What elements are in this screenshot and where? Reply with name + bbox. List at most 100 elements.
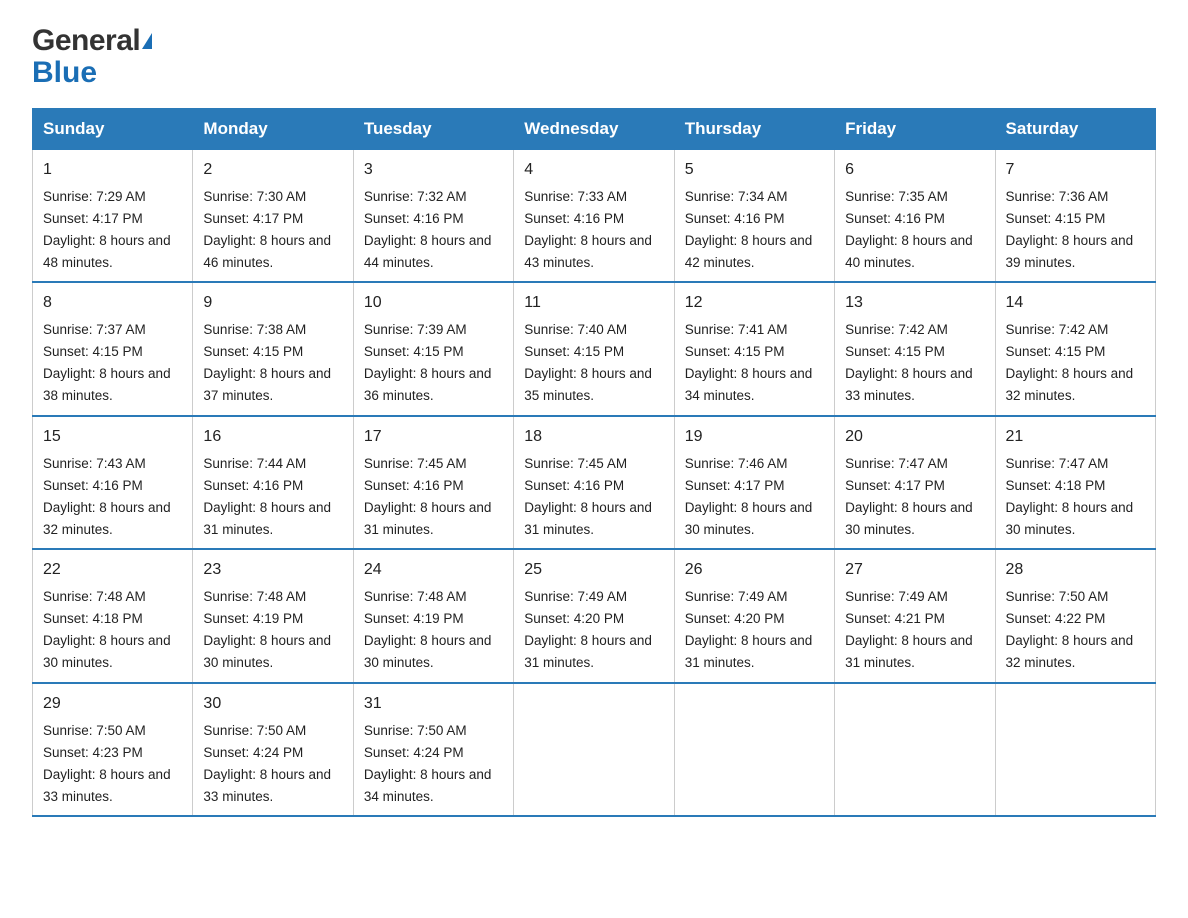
sunrise-info: Sunrise: 7:45 AM [364,456,467,471]
daylight-info: Daylight: 8 hours and 31 minutes. [203,500,331,537]
sunrise-info: Sunrise: 7:36 AM [1006,189,1109,204]
calendar-week-row: 15Sunrise: 7:43 AMSunset: 4:16 PMDayligh… [33,416,1156,549]
daylight-info: Daylight: 8 hours and 43 minutes. [524,233,652,270]
day-number: 29 [43,692,182,717]
sunrise-info: Sunrise: 7:49 AM [685,589,788,604]
sunset-info: Sunset: 4:15 PM [685,344,785,359]
daylight-info: Daylight: 8 hours and 30 minutes. [685,500,813,537]
sunset-info: Sunset: 4:17 PM [845,478,945,493]
day-number: 2 [203,158,342,183]
day-number: 25 [524,558,663,583]
sunrise-info: Sunrise: 7:42 AM [845,322,948,337]
daylight-info: Daylight: 8 hours and 31 minutes. [685,633,813,670]
sunrise-info: Sunrise: 7:45 AM [524,456,627,471]
day-number: 15 [43,425,182,450]
calendar-cell: 17Sunrise: 7:45 AMSunset: 4:16 PMDayligh… [353,416,513,549]
sunset-info: Sunset: 4:15 PM [203,344,303,359]
calendar-cell: 19Sunrise: 7:46 AMSunset: 4:17 PMDayligh… [674,416,834,549]
calendar-cell: 3 Sunrise: 7:32 AM Sunset: 4:16 PM Daylight… [353,150,513,283]
calendar-cell: 30Sunrise: 7:50 AMSunset: 4:24 PMDayligh… [193,683,353,816]
calendar-cell: 1Sunrise: 7:29 AMSunset: 4:17 PMDaylight… [33,150,193,283]
sunrise-info: Sunrise: 7:37 AM [43,322,146,337]
day-number: 13 [845,291,984,316]
calendar-cell: 31Sunrise: 7:50 AMSunset: 4:24 PMDayligh… [353,683,513,816]
sunset-info: Sunset: 4:23 PM [43,745,143,760]
day-number: 27 [845,558,984,583]
sunset-info: Sunset: 4:16 PM [685,211,785,226]
daylight-info: Daylight: 8 hours and 33 minutes. [203,767,331,804]
sunset-info: Sunset: 4:15 PM [43,344,143,359]
sunrise-info: Sunrise: 7:49 AM [524,589,627,604]
daylight-info: Daylight: 8 hours and 30 minutes. [43,633,171,670]
sunset-info: Sunset: 4:15 PM [364,344,464,359]
sunset-info: Sunset: 4:15 PM [1006,211,1106,226]
daylight-info: Daylight: 8 hours and 39 minutes. [1006,233,1134,270]
sunrise-info: Sunrise: 7:50 AM [1006,589,1109,604]
calendar-cell: 11Sunrise: 7:40 AMSunset: 4:15 PMDayligh… [514,282,674,415]
sunset-info: Sunset: 4:18 PM [1006,478,1106,493]
sunrise-info: Sunrise: 7:29 AM [43,189,146,204]
daylight-info: Daylight: 8 hours and 30 minutes. [845,500,973,537]
calendar-header-row: SundayMondayTuesdayWednesdayThursdayFrid… [33,109,1156,150]
day-number: 21 [1006,425,1145,450]
calendar-cell: 26Sunrise: 7:49 AMSunset: 4:20 PMDayligh… [674,549,834,682]
daylight-info: Daylight: 8 hours and 33 minutes. [845,366,973,403]
calendar-cell: 5Sunrise: 7:34 AMSunset: 4:16 PMDaylight… [674,150,834,283]
sunset-info: Sunset: 4:20 PM [524,611,624,626]
calendar-cell: 8Sunrise: 7:37 AMSunset: 4:15 PMDaylight… [33,282,193,415]
calendar-week-row: 8Sunrise: 7:37 AMSunset: 4:15 PMDaylight… [33,282,1156,415]
day-of-week-tuesday: Tuesday [353,109,513,150]
sunrise-info: Sunrise: 7:44 AM [203,456,306,471]
day-of-week-thursday: Thursday [674,109,834,150]
day-number: 18 [524,425,663,450]
sunset-info: Sunset: 4:19 PM [364,611,464,626]
calendar-week-row: 29 Sunrise: 7:50 AM Sunset: 4:23 PM Dayligh… [33,683,1156,816]
day-number: 10 [364,291,503,316]
day-number: 30 [203,692,342,717]
daylight-info: Daylight: 8 hours and 48 minutes. [43,233,171,270]
sunset-info: Sunset: 4:16 PM [845,211,945,226]
sunrise-info: Sunrise: 7:41 AM [685,322,788,337]
sunrise-info: Sunrise: 7:47 AM [1006,456,1109,471]
day-number: 5 [685,158,824,183]
day-number: 12 [685,291,824,316]
day-number: 1 [43,158,182,183]
daylight-info: Daylight: 8 hours and 38 minutes. [43,366,171,403]
sunset-info: Sunset: 4:16 PM [364,211,464,226]
day-number: 11 [524,291,663,316]
day-number: 3 [364,158,503,183]
calendar-cell: 29Sunrise: 7:50 AMSunset: 4:23 PMDayligh… [33,683,193,816]
day-number: 19 [685,425,824,450]
sunset-info: Sunset: 4:16 PM [43,478,143,493]
calendar-week-row: 1Sunrise: 7:29 AMSunset: 4:17 PMDaylight… [33,150,1156,283]
day-of-week-wednesday: Wednesday [514,109,674,150]
sunset-info: Sunset: 4:24 PM [203,745,303,760]
calendar-cell: 10Sunrise: 7:39 AMSunset: 4:15 PMDayligh… [353,282,513,415]
day-number: 20 [845,425,984,450]
sunrise-info: Sunrise: 7:48 AM [203,589,306,604]
sunset-info: Sunset: 4:24 PM [364,745,464,760]
sunset-info: Sunset: 4:20 PM [685,611,785,626]
sunrise-info: Sunrise: 7:35 AM [845,189,948,204]
sunrise-info: Sunrise: 7:46 AM [685,456,788,471]
daylight-info: Daylight: 8 hours and 35 minutes. [524,366,652,403]
calendar-cell: 21Sunrise: 7:47 AMSunset: 4:18 PMDayligh… [995,416,1155,549]
sunrise-info: Sunrise: 7:50 AM [43,723,146,738]
logo-triangle-icon [142,33,152,49]
daylight-info: Daylight: 8 hours and 34 minutes. [364,767,492,804]
sunset-info: Sunset: 4:22 PM [1006,611,1106,626]
sunrise-info: Sunrise: 7:32 AM [364,189,467,204]
sunset-info: Sunset: 4:16 PM [364,478,464,493]
sunset-info: Sunset: 4:18 PM [43,611,143,626]
daylight-info: Daylight: 8 hours and 46 minutes. [203,233,331,270]
sunset-info: Sunset: 4:19 PM [203,611,303,626]
daylight-info: Daylight: 8 hours and 32 minutes. [43,500,171,537]
sunrise-info: Sunrise: 7:38 AM [203,322,306,337]
daylight-info: Daylight: 8 hours and 42 minutes. [685,233,813,270]
calendar-cell: 6Sunrise: 7:35 AMSunset: 4:16 PMDaylight… [835,150,995,283]
sunrise-info: Sunrise: 7:42 AM [1006,322,1109,337]
sunrise-info: Sunrise: 7:40 AM [524,322,627,337]
daylight-info: Daylight: 8 hours and 44 minutes. [364,233,492,270]
day-number: 7 [1006,158,1145,183]
sunset-info: Sunset: 4:16 PM [203,478,303,493]
